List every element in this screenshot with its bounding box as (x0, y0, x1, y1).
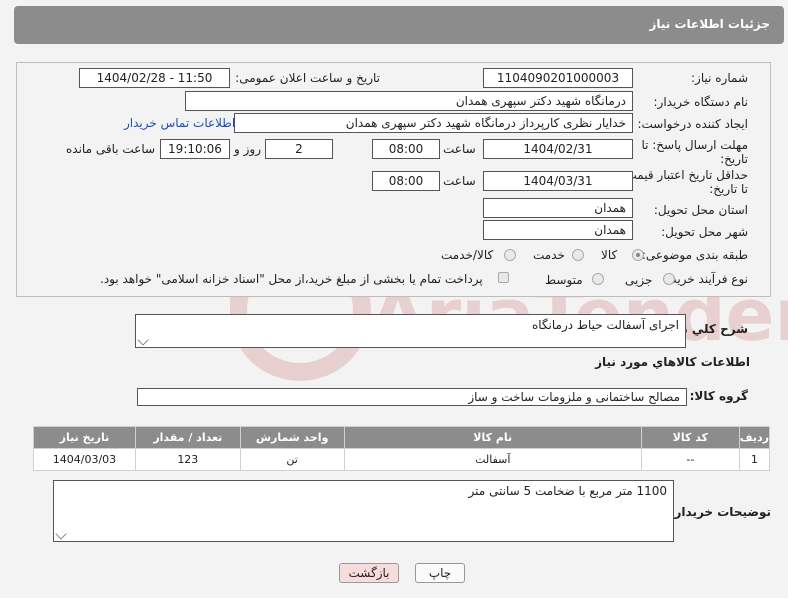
goods-table: تاریخ نیاز تعداد / مقدار واحد شمارش نام … (33, 426, 771, 471)
price-deadline-label: حداقل تاریخ اعتبار قیمت: تا تاریخ: (621, 168, 748, 196)
category-option-goods: کالا (601, 248, 618, 262)
process-option-medium: متوسط (545, 273, 583, 287)
page-header: جزئیات اطلاعات نیاز (14, 6, 784, 44)
creator-field: خدایار نظری کارپرداز درمانگاه شهید دکتر … (234, 113, 633, 133)
process-label: نوع فرآیند خرید : (663, 272, 748, 286)
category-radio-goods-service[interactable] (504, 249, 516, 261)
cell-name: آسفالت (343, 448, 642, 471)
cell-row: 1 (738, 448, 771, 471)
reply-time-label: ساعت (443, 142, 476, 156)
resize-handle-icon[interactable] (55, 528, 67, 540)
buyer-org-label: نام دستگاه خریدار: (653, 95, 749, 109)
process-option-minor: جزیی (625, 273, 653, 287)
cell-code: -- (640, 448, 740, 471)
category-radio-service[interactable] (572, 249, 584, 261)
print-button[interactable]: چاپ (415, 563, 465, 583)
process-radio-medium[interactable] (592, 273, 604, 285)
remaining-time-label: ساعت باقی مانده (66, 142, 156, 156)
reply-deadline-label: مهلت ارسال پاسخ: تا تاریخ: (641, 138, 748, 166)
col-date: تاریخ نیاز (33, 426, 136, 449)
need-number-field: 1104090201000003 (483, 68, 633, 88)
province-label: استان محل تحویل: (653, 203, 748, 217)
category-label: طبقه بندی موضوعی: (641, 248, 748, 262)
col-qty: تعداد / مقدار (134, 426, 241, 449)
buyer-org-field: درمانگاه شهید دکتر سپهری همدان (185, 91, 633, 111)
days-remaining-field: 2 (265, 139, 333, 159)
goods-group-field: مصالح ساختمانی و ملزومات ساخت و ساز (137, 388, 687, 406)
back-button[interactable]: بازگشت (339, 563, 399, 583)
cell-unit: تن (239, 448, 345, 471)
page-title: جزئیات اطلاعات نیاز (649, 17, 770, 31)
province-field: همدان (483, 198, 633, 218)
price-date-field: 1404/03/31 (483, 171, 633, 191)
category-radio-goods[interactable] (632, 249, 644, 261)
creator-label: ایجاد کننده درخواست: (637, 117, 748, 131)
col-name: نام کالا (343, 426, 642, 449)
contact-info-link[interactable]: اطلاعات تماس خریدار (124, 116, 235, 130)
table-row: 1404/03/03 123 تن آسفالت -- 1 (33, 448, 771, 471)
col-row: ردیف (738, 426, 771, 449)
col-code: کد کالا (640, 426, 740, 449)
reply-time-field: 08:00 (372, 139, 440, 159)
announce-field: 1404/02/28 - 11:50 (79, 68, 230, 88)
category-option-goods-service: کالا/خدمت (441, 248, 494, 262)
cell-date: 1404/03/03 (33, 448, 136, 471)
price-time-label: ساعت (443, 174, 476, 188)
goods-group-label: گروه کالا: (689, 389, 748, 403)
announce-label: تاریخ و ساعت اعلان عمومی: (235, 71, 380, 85)
treasury-payment-note: پرداخت تمام یا بخشی از مبلغ خرید،از محل … (100, 272, 483, 286)
price-time-field: 08:00 (372, 171, 440, 191)
treasury-payment-checkbox[interactable] (498, 272, 509, 283)
days-label: روز و (234, 142, 261, 156)
goods-section-title: اطلاعات کالاهاي مورد نياز (595, 355, 750, 369)
city-field: همدان (483, 220, 633, 240)
resize-handle-icon[interactable] (137, 334, 149, 346)
description-text: اجرای آسفالت حیاط درمانگاه (531, 318, 679, 332)
category-option-service: خدمت (533, 248, 565, 262)
city-label: شهر محل تحویل: (661, 225, 748, 239)
buyer-notes-label: توضیحات خریدار: (669, 505, 771, 519)
cell-qty: 123 (134, 448, 241, 471)
description-field: اجرای آسفالت حیاط درمانگاه (135, 314, 686, 348)
buyer-notes-text: 1100 متر مربع با ضخامت 5 سانتی متر (468, 484, 668, 498)
process-radio-minor[interactable] (663, 273, 675, 285)
reply-date-field: 1404/02/31 (483, 139, 633, 159)
col-unit: واحد شمارش (239, 426, 345, 449)
need-number-label: شماره نیاز: (691, 71, 748, 85)
goods-table-header: تاریخ نیاز تعداد / مقدار واحد شمارش نام … (33, 426, 771, 449)
buyer-notes-field: 1100 متر مربع با ضخامت 5 سانتی متر (53, 480, 674, 542)
remaining-time-field: 19:10:06 (160, 139, 230, 159)
